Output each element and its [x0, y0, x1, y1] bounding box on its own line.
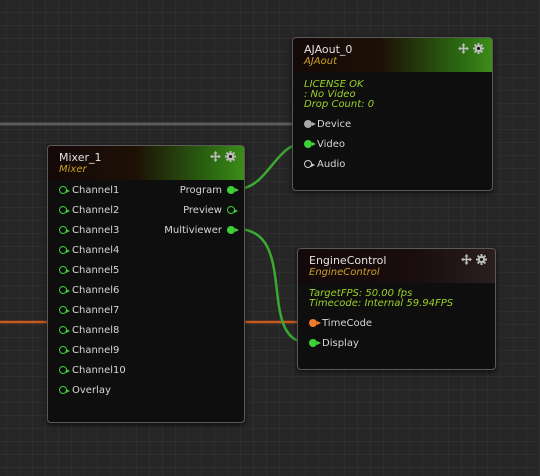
port-connector-icon[interactable]: [227, 206, 238, 214]
port-label: Channel8: [72, 324, 120, 336]
output-port-preview[interactable]: Preview: [183, 203, 238, 217]
node-header[interactable]: EngineControl EngineControl: [298, 249, 495, 283]
port-label: Channel7: [72, 304, 120, 316]
input-port-channel1[interactable]: Channel1: [59, 183, 119, 197]
mixer-node[interactable]: Mixer_1 Mixer Channel1 Channel2 Channel3…: [47, 145, 245, 423]
port-connector-icon[interactable]: [59, 326, 70, 334]
input-port-channel8[interactable]: Channel8: [59, 323, 119, 337]
input-port-timecode[interactable]: TimeCode: [309, 316, 372, 330]
input-port-channel6[interactable]: Channel6: [59, 283, 119, 297]
move-icon[interactable]: [210, 151, 221, 162]
port-connector-icon[interactable]: [59, 306, 70, 314]
port-connector-icon[interactable]: [59, 366, 70, 374]
port-label: Program: [179, 184, 222, 196]
drop-count: Drop Count: 0: [304, 99, 375, 110]
move-icon[interactable]: [461, 254, 472, 265]
node-header[interactable]: AJAout_0 AJAout: [293, 38, 492, 72]
node-header[interactable]: Mixer_1 Mixer: [48, 146, 244, 180]
port-connector-icon[interactable]: [304, 160, 315, 168]
node-type: EngineControl: [309, 267, 380, 278]
gear-icon[interactable]: [476, 254, 487, 265]
node-type: AJAout: [304, 56, 338, 67]
port-label: Channel6: [72, 284, 120, 296]
port-connector-icon[interactable]: [59, 226, 70, 234]
port-label: Video: [317, 138, 346, 150]
port-connector-icon[interactable]: [227, 186, 239, 194]
port-label: Channel3: [72, 224, 120, 236]
port-label: Device: [317, 118, 352, 130]
move-icon[interactable]: [458, 43, 469, 54]
port-label: Audio: [317, 158, 346, 170]
gear-icon[interactable]: [225, 151, 236, 162]
enginecontrol-node[interactable]: EngineControl EngineControl TargetFPS: 5…: [297, 248, 496, 370]
input-port-display[interactable]: Display: [309, 336, 359, 350]
port-label: Channel1: [72, 184, 120, 196]
input-port-channel5[interactable]: Channel5: [59, 263, 119, 277]
port-connector-icon[interactable]: [59, 246, 70, 254]
input-port-channel4[interactable]: Channel4: [59, 243, 119, 257]
port-connector-icon[interactable]: [59, 346, 70, 354]
input-port-channel10[interactable]: Channel10: [59, 363, 126, 377]
port-connector-icon[interactable]: [59, 186, 70, 194]
port-connector-icon[interactable]: [59, 386, 70, 394]
port-label: Multiviewer: [164, 224, 222, 236]
input-port-device[interactable]: Device: [304, 117, 351, 131]
gear-icon[interactable]: [473, 43, 484, 54]
port-connector-icon[interactable]: [59, 206, 70, 214]
input-port-video[interactable]: Video: [304, 137, 345, 151]
input-port-overlay[interactable]: Overlay: [59, 383, 111, 397]
input-port-channel7[interactable]: Channel7: [59, 303, 119, 317]
output-port-program[interactable]: Program: [179, 183, 239, 197]
port-label: Channel10: [72, 364, 126, 376]
port-connector-icon[interactable]: [59, 286, 70, 294]
timecode-info: Timecode: Internal 59.94FPS: [309, 298, 454, 309]
port-connector-icon[interactable]: [309, 319, 321, 327]
output-port-multiviewer[interactable]: Multiviewer: [164, 223, 239, 237]
port-connector-icon[interactable]: [304, 120, 316, 128]
port-connector-icon[interactable]: [59, 266, 70, 274]
port-label: Channel9: [72, 344, 120, 356]
input-port-channel9[interactable]: Channel9: [59, 343, 119, 357]
port-label: Channel2: [72, 204, 120, 216]
port-connector-icon[interactable]: [304, 140, 316, 148]
port-label: Overlay: [72, 384, 111, 396]
port-connector-icon[interactable]: [227, 226, 239, 234]
port-label: Channel5: [72, 264, 120, 276]
port-connector-icon[interactable]: [309, 339, 321, 347]
port-label: Preview: [183, 204, 222, 216]
node-type: Mixer: [59, 164, 87, 175]
port-label: TimeCode: [322, 317, 373, 329]
input-port-channel2[interactable]: Channel2: [59, 203, 119, 217]
input-port-channel3[interactable]: Channel3: [59, 223, 119, 237]
input-port-audio[interactable]: Audio: [304, 157, 345, 171]
port-label: Display: [322, 337, 359, 349]
ajaout-node[interactable]: AJAout_0 AJAout LICENSE OK : No Video Dr…: [292, 37, 493, 191]
port-label: Channel4: [72, 244, 120, 256]
